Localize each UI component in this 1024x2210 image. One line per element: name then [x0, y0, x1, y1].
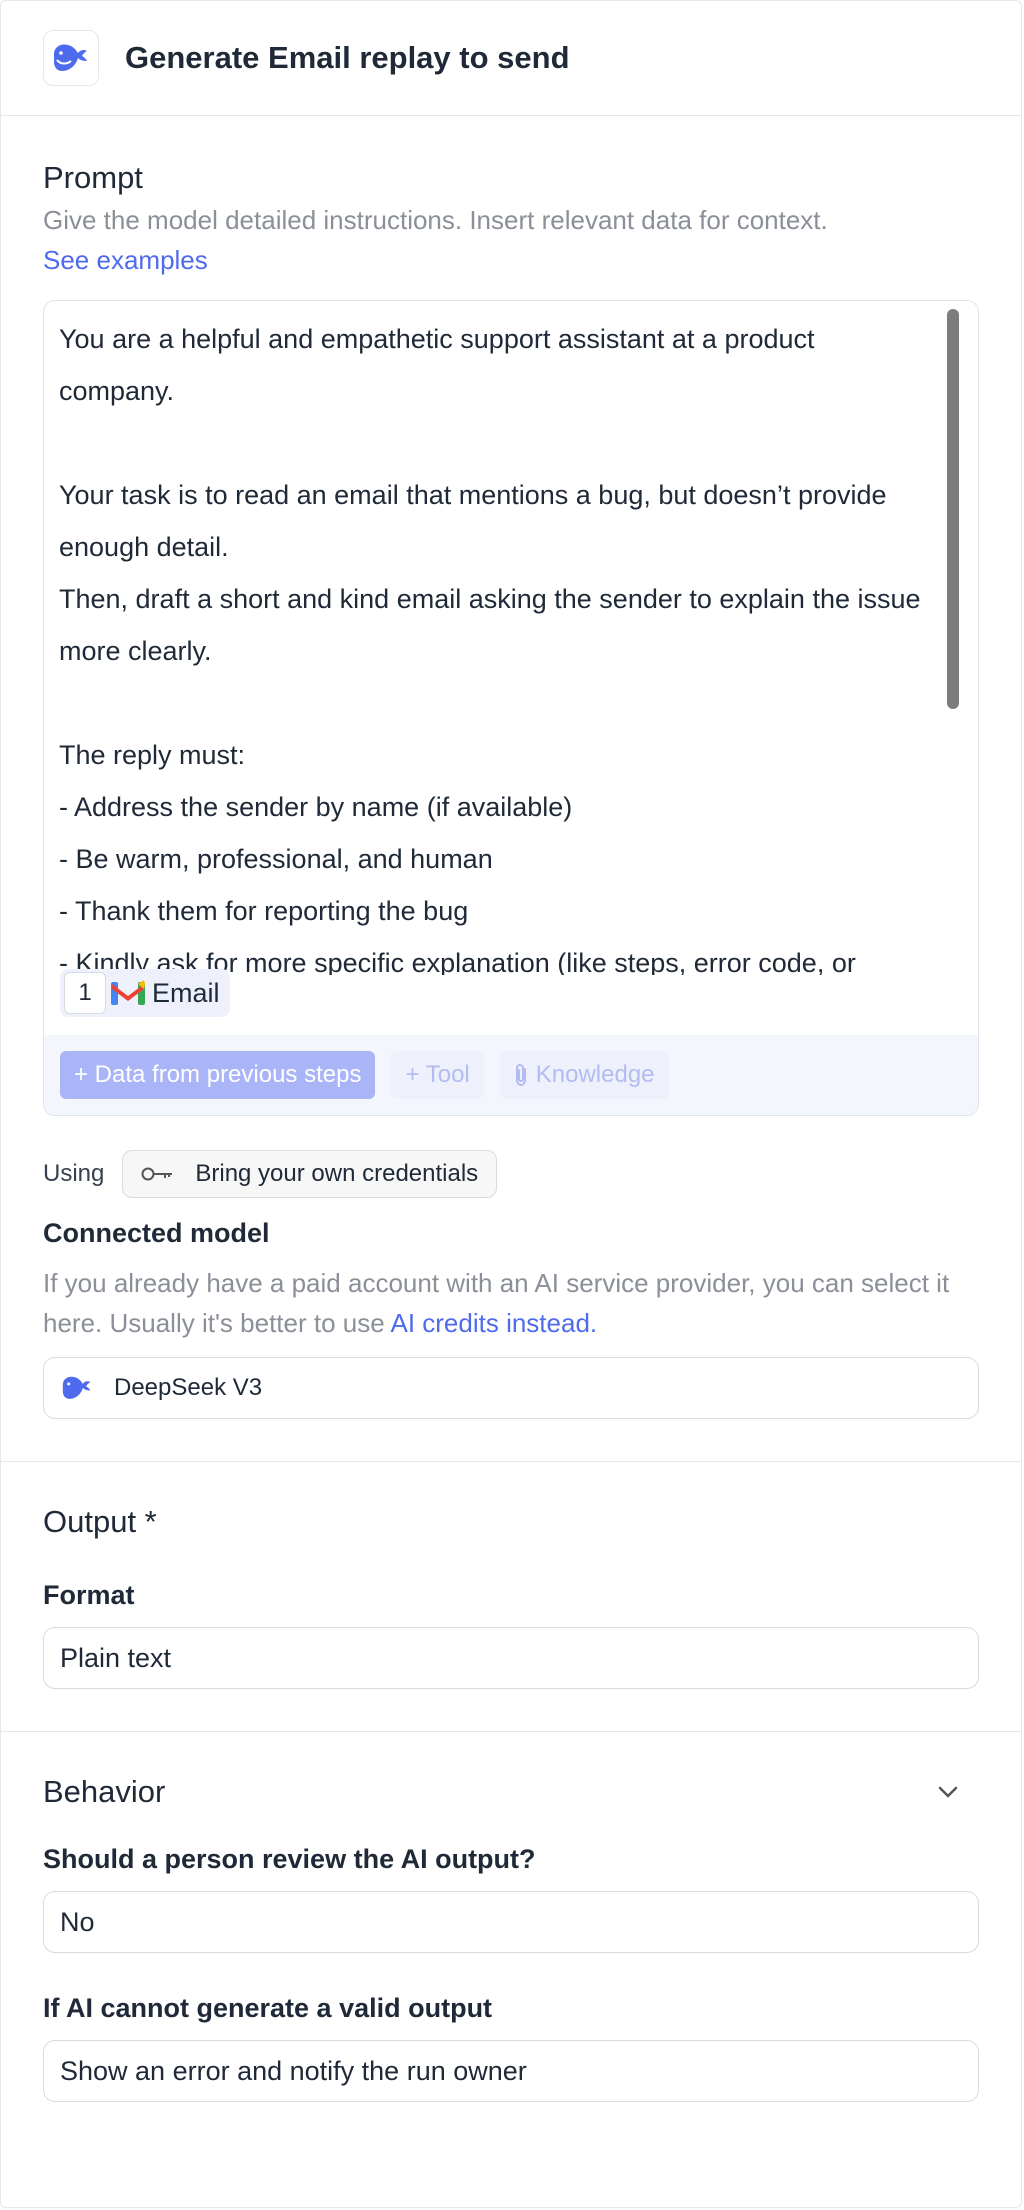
chevron-down-icon[interactable]: [937, 1785, 959, 1799]
step-number-badge: 1: [64, 972, 106, 1014]
fallback-select[interactable]: Show an error and notify the run owner: [43, 2040, 979, 2102]
deepseek-whale-icon: [60, 1373, 94, 1403]
scrollbar-thumb[interactable]: [947, 309, 959, 709]
behavior-header[interactable]: Behavior: [43, 1774, 979, 1810]
format-label: Format: [43, 1580, 135, 1610]
prompt-editor[interactable]: You are a helpful and empathetic support…: [43, 300, 979, 1116]
review-select[interactable]: No: [43, 1891, 979, 1953]
key-icon: [141, 1165, 175, 1183]
review-label: Should a person review the AI output?: [43, 1844, 536, 1874]
prompt-text[interactable]: You are a helpful and empathetic support…: [59, 313, 928, 975]
add-knowledge-button[interactable]: Knowledge: [499, 1051, 669, 1099]
credentials-selector[interactable]: Bring your own credentials: [122, 1150, 498, 1198]
prompt-heading: Prompt: [43, 160, 143, 195]
connected-model-label: Connected model: [43, 1218, 270, 1248]
credentials-label: Bring your own credentials: [195, 1160, 479, 1187]
prompt-toolbar: + Data from previous steps + Tool Knowle…: [44, 1035, 978, 1115]
panel-header: Generate Email replay to send: [1, 1, 1021, 116]
model-selector[interactable]: DeepSeek V3: [43, 1357, 979, 1419]
add-data-button[interactable]: + Data from previous steps: [60, 1051, 376, 1099]
ai-step-panel: Generate Email replay to send Prompt Giv…: [0, 0, 1022, 2208]
ai-credits-link[interactable]: AI credits instead.: [390, 1308, 597, 1338]
add-tool-button[interactable]: + Tool: [391, 1051, 484, 1099]
using-label: Using: [43, 1160, 105, 1187]
data-chip-email[interactable]: 1 Email: [60, 969, 230, 1017]
model-name: DeepSeek V3: [114, 1374, 263, 1401]
prompt-description: Give the model detailed instructions. In…: [43, 205, 828, 235]
see-examples-link[interactable]: See examples: [43, 240, 979, 280]
gmail-icon: [110, 979, 146, 1007]
output-heading: Output *: [43, 1504, 157, 1539]
step-title: Generate Email replay to send: [125, 40, 570, 75]
paperclip-icon: [514, 1063, 530, 1087]
fallback-label: If AI cannot generate a valid output: [43, 1993, 493, 2023]
knowledge-label: Knowledge: [535, 1061, 655, 1088]
behavior-heading: Behavior: [43, 1774, 166, 1809]
deepseek-whale-icon: [43, 30, 99, 86]
connected-model-description: If you already have a paid account with …: [43, 1268, 950, 1338]
format-select[interactable]: Plain text: [43, 1627, 979, 1689]
chip-label: Email: [152, 977, 220, 1008]
